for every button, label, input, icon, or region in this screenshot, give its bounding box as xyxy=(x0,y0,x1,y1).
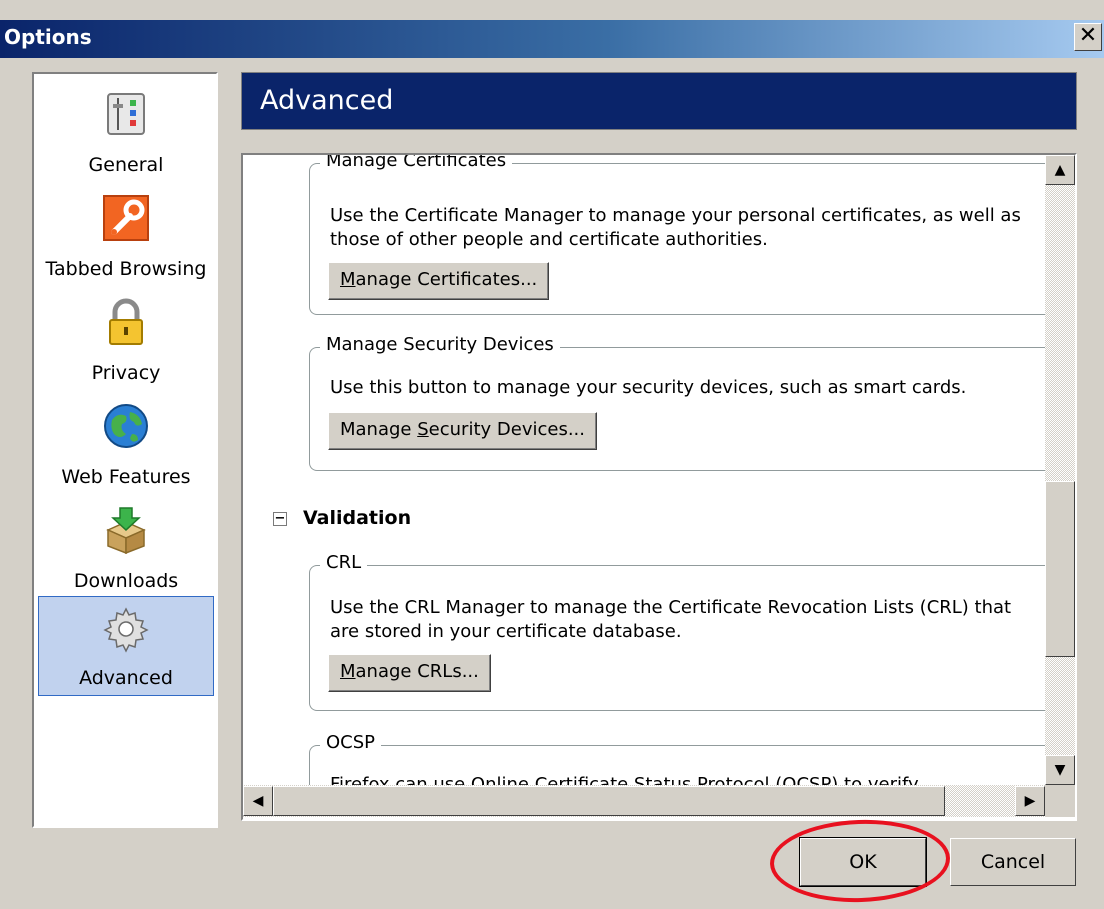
vertical-scrollbar[interactable]: ▲ ▼ xyxy=(1045,155,1075,785)
sidebar-item-downloads[interactable]: Downloads xyxy=(38,498,214,598)
gear-icon xyxy=(103,607,149,653)
manage-certificates-button[interactable]: Manage Certificates... xyxy=(328,262,550,300)
title-bar: Options ✕ xyxy=(0,20,1104,58)
manage-certificates-group: Manage Certificates Use the Certificate … xyxy=(309,155,1045,315)
tabbed-browsing-icon xyxy=(103,195,149,241)
group-description: Use this button to manage your security … xyxy=(330,377,967,398)
horizontal-scrollbar[interactable]: ◀ ▶ xyxy=(243,785,1045,817)
group-legend: OCSP xyxy=(320,732,382,753)
settings-content: Manage Certificates Use the Certificate … xyxy=(243,155,1045,785)
button-text: anage Certificates... xyxy=(355,269,538,290)
manage-crls-button[interactable]: Manage CRLs... xyxy=(328,654,491,692)
crl-group: CRL Use the CRL Manager to manage the Ce… xyxy=(309,552,1045,711)
padlock-icon xyxy=(109,298,143,345)
downloads-box-icon xyxy=(106,507,146,554)
horizontal-scroll-thumb[interactable] xyxy=(273,786,945,816)
sidebar-item-advanced[interactable]: Advanced xyxy=(38,596,214,696)
group-description: Use the Certificate Manager to manage yo… xyxy=(330,204,1021,252)
manage-security-devices-group: Manage Security Devices Use this button … xyxy=(309,334,1045,471)
scroll-left-button[interactable]: ◀ xyxy=(243,786,273,816)
sidebar-item-general[interactable]: General xyxy=(38,82,214,182)
group-description: Use the CRL Manager to manage the Certif… xyxy=(330,596,1011,644)
close-button[interactable]: ✕ xyxy=(1074,23,1102,51)
button-accesskey: S xyxy=(417,419,429,440)
page-title: Advanced xyxy=(260,85,394,116)
collapse-glyph: − xyxy=(274,511,286,526)
description-line: are stored in your certificate database. xyxy=(330,621,682,642)
button-text: ecurity Devices... xyxy=(428,419,585,440)
sidebar-item-web-features[interactable]: Web Features xyxy=(38,394,214,494)
general-icon xyxy=(107,93,145,135)
globe-icon xyxy=(104,404,148,448)
button-accesskey: M xyxy=(340,661,356,682)
sidebar-item-tabbed-browsing[interactable]: Tabbed Browsing xyxy=(38,186,214,286)
group-description-partial: Firefox can use Online Certificate Statu… xyxy=(330,774,919,785)
sidebar-item-label: General xyxy=(88,154,164,176)
red-annotation-circle xyxy=(768,816,952,906)
options-window: Options ✕ General Tabbed Browsing Privac… xyxy=(0,0,1104,909)
vertical-scroll-thumb[interactable] xyxy=(1045,481,1075,657)
sidebar-item-label: Web Features xyxy=(61,466,191,488)
sidebar-item-label: Downloads xyxy=(73,570,179,592)
button-text: Manage xyxy=(340,419,418,440)
validation-toggle[interactable]: − xyxy=(273,512,287,526)
group-legend: CRL xyxy=(320,552,368,573)
manage-security-devices-button[interactable]: Manage Security Devices... xyxy=(328,412,597,450)
description-line: those of other people and certificate au… xyxy=(330,229,768,250)
settings-scroll-panel: Manage Certificates Use the Certificate … xyxy=(241,153,1077,821)
window-title: Options xyxy=(4,25,92,49)
group-legend: Manage Certificates xyxy=(320,155,513,171)
ocsp-group: OCSP Firefox can use Online Certificate … xyxy=(309,732,1045,785)
category-sidebar: General Tabbed Browsing Privacy Web Feat… xyxy=(32,72,218,828)
button-text: anage CRLs... xyxy=(355,661,479,682)
sidebar-item-label: Privacy xyxy=(91,362,161,384)
scroll-right-button[interactable]: ▶ xyxy=(1015,786,1045,816)
scroll-corner xyxy=(1045,785,1075,817)
page-header: Advanced xyxy=(241,72,1077,130)
button-accesskey: M xyxy=(340,269,356,290)
cancel-button[interactable]: Cancel xyxy=(950,838,1076,886)
sidebar-item-label: Tabbed Browsing xyxy=(45,258,207,280)
group-legend: Manage Security Devices xyxy=(320,334,560,355)
description-line: Use the Certificate Manager to manage yo… xyxy=(330,205,1021,226)
sidebar-item-label: Advanced xyxy=(79,667,173,689)
scroll-down-button[interactable]: ▼ xyxy=(1045,755,1075,785)
description-line: Use the CRL Manager to manage the Certif… xyxy=(330,597,1012,618)
validation-heading: Validation xyxy=(303,507,412,529)
sidebar-item-privacy[interactable]: Privacy xyxy=(38,290,214,390)
scroll-up-button[interactable]: ▲ xyxy=(1045,155,1075,185)
